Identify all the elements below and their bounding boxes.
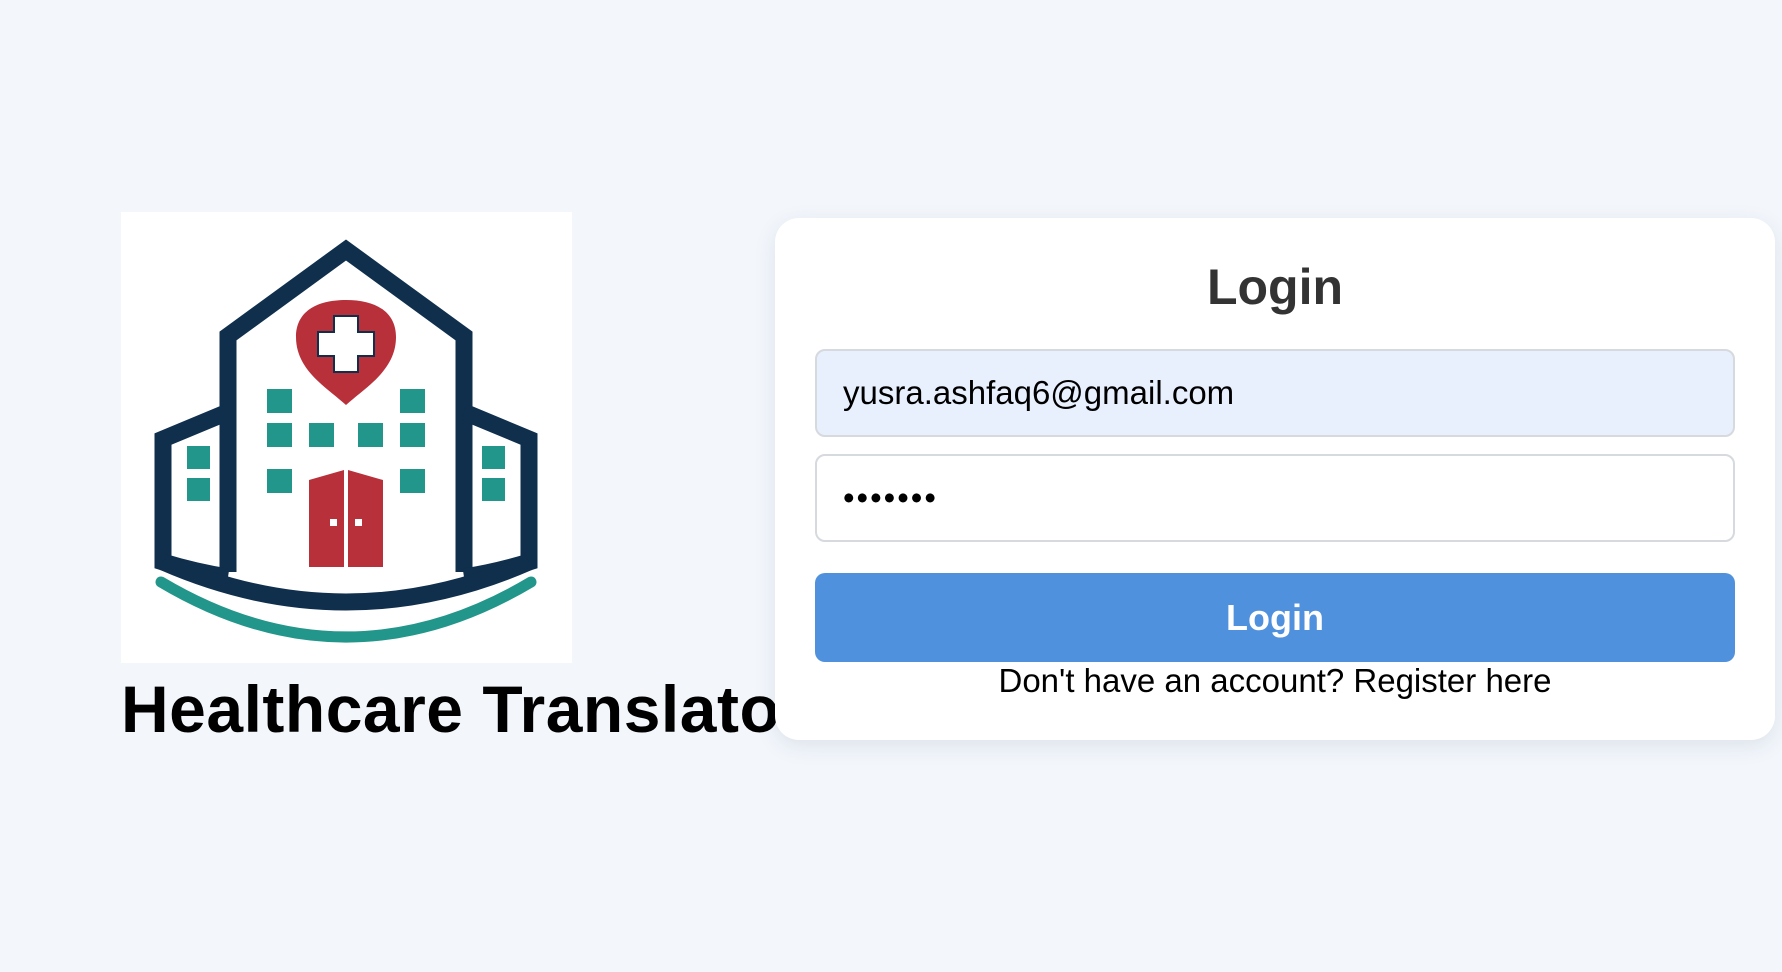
brand-panel: Healthcare Translator xyxy=(121,212,807,746)
register-prompt: Don't have an account? Register here xyxy=(775,662,1775,700)
hospital-building-icon xyxy=(154,239,538,643)
login-button[interactable]: Login xyxy=(815,573,1735,662)
login-title: Login xyxy=(1206,259,1344,315)
register-link[interactable]: Register here xyxy=(1353,662,1551,699)
hospital-logo xyxy=(121,212,572,663)
email-field[interactable] xyxy=(815,349,1735,437)
app-title: Healthcare Translator xyxy=(121,672,807,746)
register-prompt-text: Don't have an account? xyxy=(998,662,1345,699)
login-card: Login Login Don't have an account? Regis… xyxy=(775,218,1775,740)
password-field[interactable] xyxy=(815,454,1735,542)
